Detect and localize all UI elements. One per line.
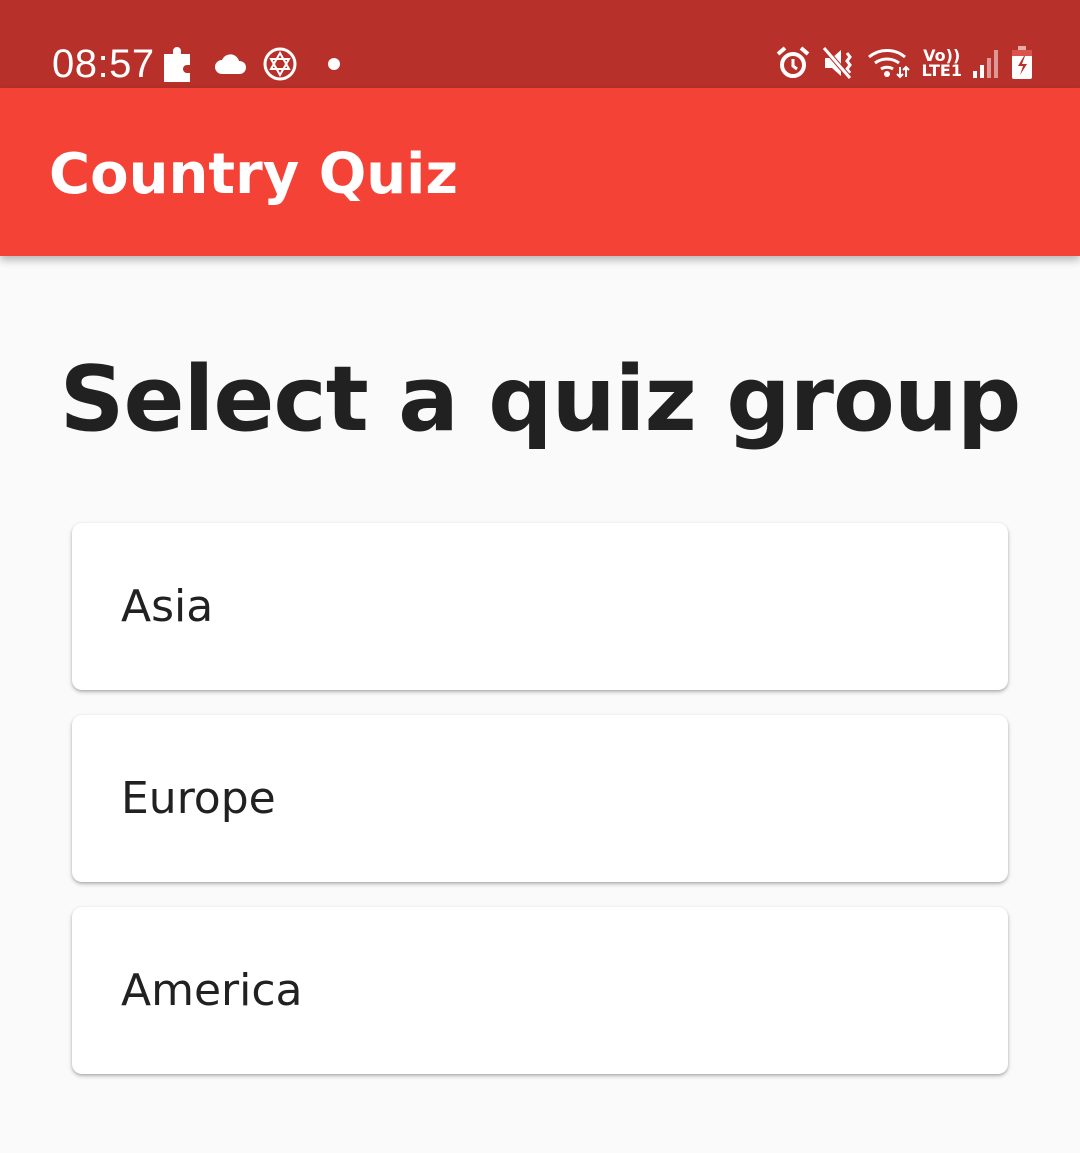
cloud-icon bbox=[214, 52, 248, 76]
quiz-group-list: Asia Europe America bbox=[72, 523, 1008, 1099]
network-label-bottom: LTE1 bbox=[921, 61, 962, 80]
signal-icon bbox=[972, 47, 1000, 79]
app-bar: Country Quiz bbox=[0, 88, 1080, 256]
status-time: 08:57 bbox=[52, 42, 155, 86]
page-heading: Select a quiz group bbox=[59, 347, 1022, 452]
alarm-icon bbox=[775, 45, 811, 81]
quiz-group-card-europe[interactable]: Europe bbox=[72, 715, 1008, 882]
vibrate-icon bbox=[821, 45, 857, 81]
app-title: Country Quiz bbox=[49, 142, 458, 207]
status-left-icons bbox=[160, 40, 342, 88]
puzzle-icon bbox=[160, 44, 200, 84]
status-right-icons: Vo)) LTE1 bbox=[775, 38, 1034, 88]
volte-icon: Vo)) LTE1 bbox=[921, 48, 962, 80]
quiz-group-card-america[interactable]: America bbox=[72, 907, 1008, 1074]
quiz-group-card-asia[interactable]: Asia bbox=[72, 523, 1008, 690]
star-of-david-icon bbox=[262, 46, 298, 82]
wifi-icon bbox=[867, 45, 911, 81]
quiz-group-label: Asia bbox=[121, 581, 214, 632]
battery-charging-icon bbox=[1010, 46, 1034, 80]
status-bar: 08:57 Vo)) LTE1 bbox=[0, 0, 1080, 88]
quiz-group-label: America bbox=[121, 965, 303, 1016]
quiz-group-label: Europe bbox=[121, 773, 276, 824]
notification-dot-icon bbox=[312, 57, 342, 71]
